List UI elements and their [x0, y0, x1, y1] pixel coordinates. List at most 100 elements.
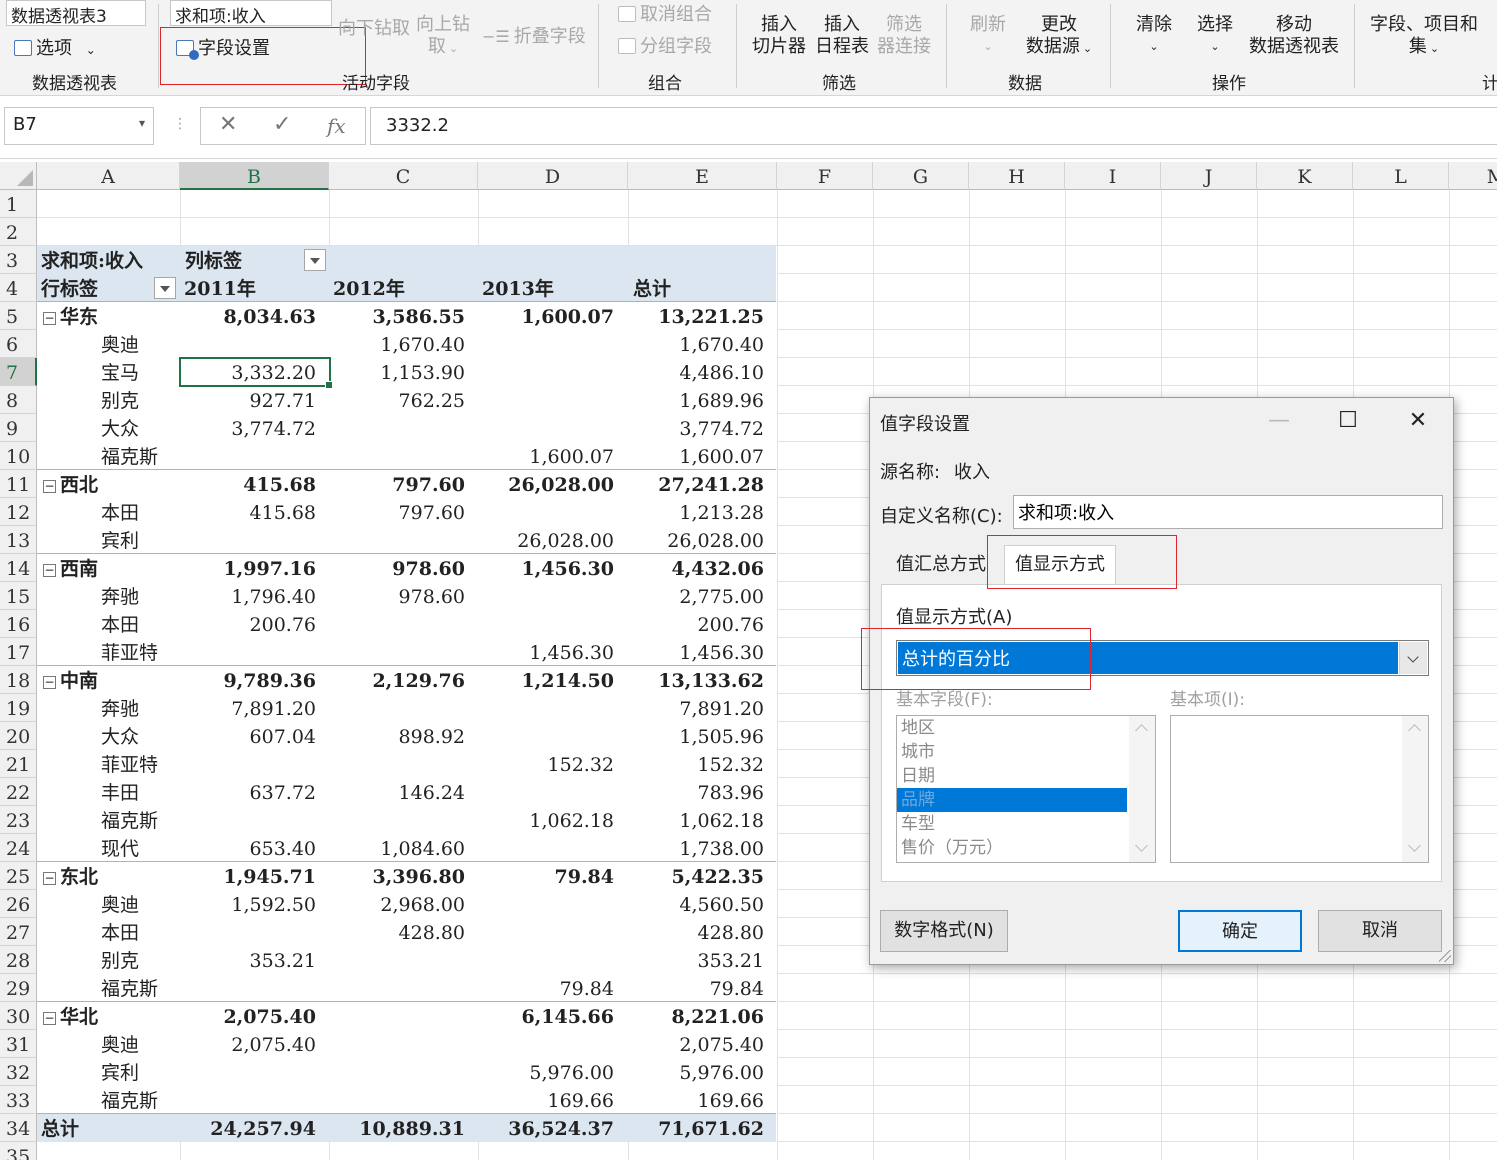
name-box[interactable]: B7 ▾ [4, 107, 154, 145]
pivot-value-cell[interactable]: 415.68 [243, 470, 316, 498]
pivot-value-cell[interactable]: 5,976.00 [679, 1058, 764, 1086]
pivot-value-cell[interactable]: 3,396.80 [372, 862, 465, 890]
pivot-value-cell[interactable]: 1,796.40 [231, 582, 316, 610]
row-header[interactable]: 16 [0, 610, 37, 638]
ungroup-button[interactable]: 取消组合 [618, 0, 712, 26]
column-header[interactable]: I [1065, 162, 1161, 190]
scrollbar[interactable] [1129, 716, 1155, 862]
pivot-value-cell[interactable]: 2,075.40 [231, 1030, 316, 1058]
pivot-item-label[interactable]: 奔驰 [101, 582, 139, 610]
pivot-value-cell[interactable]: 13,221.25 [658, 302, 764, 330]
pivot-value-cell[interactable]: 2,775.00 [679, 582, 764, 610]
pivot-value-cell[interactable]: 6,145.66 [521, 1002, 614, 1030]
row-filter-dropdown[interactable] [154, 277, 176, 299]
column-header[interactable]: H [969, 162, 1065, 190]
pivot-item-label[interactable]: 福克斯 [101, 806, 158, 834]
pivot-item-label[interactable]: 宾利 [101, 1058, 139, 1086]
pivot-item-label[interactable]: 奥迪 [101, 890, 139, 918]
pivot-value-cell[interactable]: 5,422.35 [671, 862, 764, 890]
row-header[interactable]: 7 [0, 358, 37, 386]
pivot-value-cell[interactable]: 653.40 [250, 834, 316, 862]
column-header[interactable]: F [777, 162, 873, 190]
row-header[interactable]: 25 [0, 862, 37, 890]
row-header[interactable]: 6 [0, 330, 37, 358]
pivot-value-cell[interactable]: 1,689.96 [679, 386, 764, 414]
options-button[interactable]: 选项 ⌄ [14, 34, 96, 60]
pivot-value-cell[interactable]: 2,075.40 [679, 1030, 764, 1058]
pivot-name-box[interactable]: 数据透视表3 [6, 0, 146, 26]
pivot-item-label[interactable]: 福克斯 [101, 1086, 158, 1114]
pivot-value-cell[interactable]: 1,600.07 [529, 442, 614, 470]
pivot-value-cell[interactable]: 1,670.40 [679, 330, 764, 358]
collapse-icon[interactable]: − [43, 872, 56, 885]
filter-connections-button[interactable]: 筛选 器连接 [874, 14, 934, 58]
enter-icon[interactable]: ✓ [273, 112, 291, 137]
pivot-value-cell[interactable]: 353.21 [250, 946, 316, 974]
pivot-group-label[interactable]: − 东北 [43, 862, 98, 890]
pivot-value-cell[interactable]: 1,062.18 [679, 806, 764, 834]
pivot-value-cell[interactable]: 1,213.28 [679, 498, 764, 526]
pivot-value-cell[interactable]: 1,592.50 [231, 890, 316, 918]
pivot-value-cell[interactable]: 797.60 [399, 498, 465, 526]
pivot-value-cell[interactable]: 1,670.40 [380, 330, 465, 358]
ok-button[interactable]: 确定 [1178, 910, 1302, 952]
pivot-value-field[interactable]: 求和项:收入 [41, 246, 143, 274]
formula-input[interactable]: 3332.2 [370, 107, 1497, 145]
pivot-value-cell[interactable]: 415.68 [250, 498, 316, 526]
field-settings-button[interactable]: 字段设置 [176, 34, 270, 60]
pivot-value-cell[interactable]: 1,997.16 [223, 554, 316, 582]
tab-show-values-as[interactable]: 值显示方式 [1004, 545, 1116, 585]
row-header[interactable]: 13 [0, 526, 37, 554]
change-data-source-button[interactable]: 更改 数据源 ⌄ [1018, 14, 1100, 60]
pivot-value-cell[interactable]: 7,891.20 [679, 694, 764, 722]
pivot-value-cell[interactable]: 783.96 [698, 778, 764, 806]
show-values-as-select[interactable]: 总计的百分比 [896, 640, 1429, 676]
clear-button[interactable]: 清除 ⌄ [1128, 14, 1180, 58]
row-header[interactable]: 30 [0, 1002, 37, 1030]
pivot-value-cell[interactable]: 152.32 [548, 750, 614, 778]
base-field-item[interactable]: 日期 [897, 764, 1127, 788]
pivot-value-cell[interactable]: 637.72 [250, 778, 316, 806]
custom-name-input[interactable] [1013, 495, 1443, 529]
column-filter-dropdown[interactable] [304, 249, 326, 271]
pivot-item-label[interactable]: 本田 [101, 610, 139, 638]
pivot-group-label[interactable]: − 西南 [43, 554, 98, 582]
row-header[interactable]: 4 [0, 274, 37, 302]
row-header[interactable]: 14 [0, 554, 37, 582]
pivot-value-cell[interactable]: 26,028.00 [667, 526, 764, 554]
tab-summarize-by[interactable]: 值汇总方式 [886, 548, 996, 584]
fx-icon[interactable]: fx [327, 114, 346, 138]
pivot-value-cell[interactable]: 1,945.71 [223, 862, 316, 890]
column-header[interactable]: C [329, 162, 478, 190]
pivot-item-label[interactable]: 宝马 [101, 358, 139, 386]
maximize-icon[interactable]: ☐ [1325, 404, 1371, 438]
base-field-item[interactable]: 城市 [897, 740, 1127, 764]
pivot-item-label[interactable]: 本田 [101, 918, 139, 946]
close-icon[interactable]: ✕ [1395, 404, 1441, 438]
drill-up-button[interactable]: 向上钻 取 ⌄ [414, 14, 472, 60]
pivot-value-cell[interactable]: 13,133.62 [658, 666, 764, 694]
base-field-item[interactable]: 售价（万元） [897, 836, 1127, 860]
pivot-value-cell[interactable]: 2,129.76 [372, 666, 465, 694]
row-header[interactable]: 19 [0, 694, 37, 722]
active-field-box[interactable]: 求和项:收入 [170, 0, 332, 26]
row-header[interactable]: 23 [0, 806, 37, 834]
row-header[interactable]: 3 [0, 246, 37, 274]
pivot-value-cell[interactable]: 3,774.72 [231, 414, 316, 442]
row-header[interactable]: 15 [0, 582, 37, 610]
fields-items-sets-button[interactable]: 字段、项目和 集 ⌄ [1366, 14, 1482, 60]
pivot-item-label[interactable]: 别克 [101, 946, 139, 974]
pivot-value-cell[interactable]: 1,084.60 [380, 834, 465, 862]
pivot-value-cell[interactable]: 607.04 [250, 722, 316, 750]
drill-down-button[interactable]: 向下钻取 [338, 14, 410, 40]
pivot-value-cell[interactable]: 169.66 [548, 1086, 614, 1114]
pivot-value-cell[interactable]: 1,738.00 [679, 834, 764, 862]
row-header[interactable]: 2 [0, 218, 37, 246]
pivot-value-cell[interactable]: 1,153.90 [380, 358, 465, 386]
row-header[interactable]: 35 [0, 1142, 37, 1160]
row-header[interactable]: 18 [0, 666, 37, 694]
chevron-down-icon[interactable] [1399, 642, 1427, 674]
row-header[interactable]: 11 [0, 470, 37, 498]
row-header[interactable]: 20 [0, 722, 37, 750]
pivot-value-cell[interactable]: 4,560.50 [679, 890, 764, 918]
